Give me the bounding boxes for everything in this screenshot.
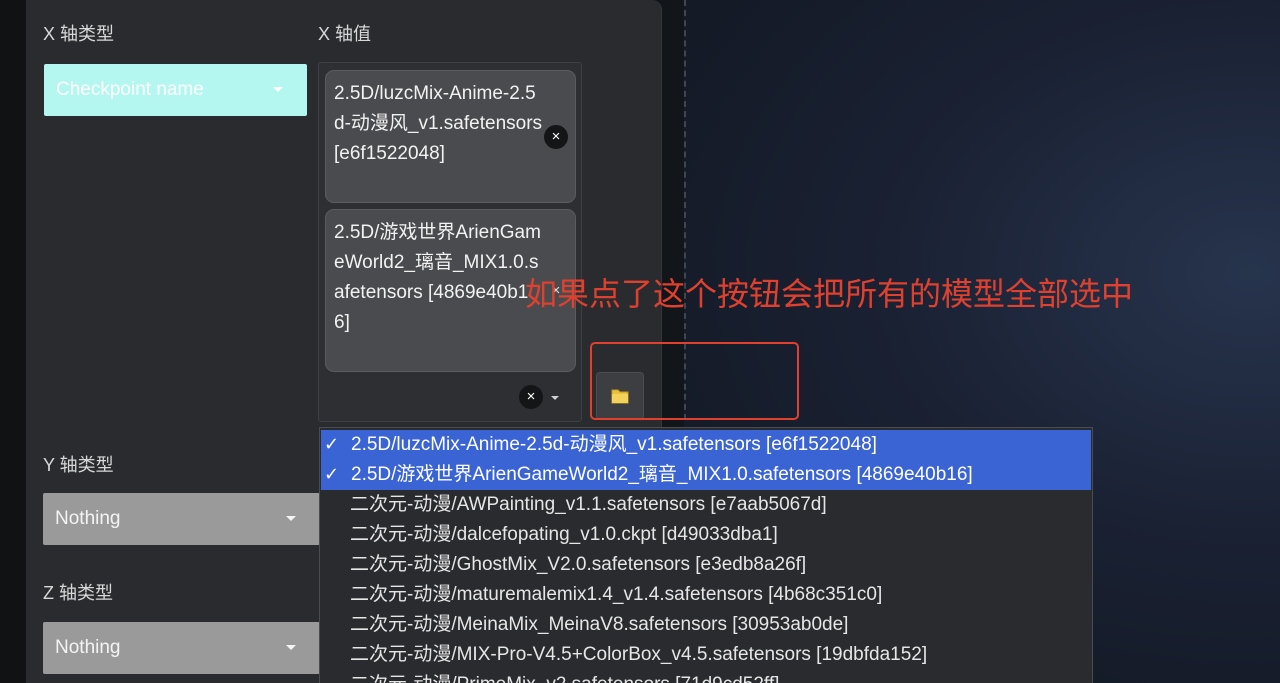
dropdown-option[interactable]: 二次元-动漫/maturemalemix1.4_v1.4.safetensors… xyxy=(320,580,1092,610)
dropdown-option[interactable]: 二次元-动漫/PrimeMix_v2.safetensors [71d9cd52… xyxy=(320,670,1092,683)
y-type-label: Y 轴类型 xyxy=(43,455,114,475)
left-edge-strip xyxy=(0,0,26,683)
check-icon: ✓ xyxy=(324,434,340,455)
z-type-label: Z 轴类型 xyxy=(43,583,113,603)
chevron-down-icon xyxy=(286,645,296,650)
annotation-highlight-box xyxy=(590,342,799,420)
option-label: 二次元-动漫/AWPainting_v1.1.safetensors [e7aa… xyxy=(350,494,827,515)
x-type-select[interactable]: Checkpoint name xyxy=(44,64,307,116)
chevron-down-icon xyxy=(273,87,283,92)
option-label: 二次元-动漫/GhostMix_V2.0.safetensors [e3edb8… xyxy=(350,554,807,575)
z-type-value: Nothing xyxy=(55,637,121,658)
dropdown-option[interactable]: 二次元-动漫/MeinaMix_MeinaV8.safetensors [309… xyxy=(320,610,1092,640)
dropdown-option[interactable]: ✓ 2.5D/游戏世界ArienGameWorld2_璃音_MIX1.0.saf… xyxy=(321,460,1091,490)
chevron-down-icon xyxy=(286,516,296,521)
z-type-select[interactable]: Nothing xyxy=(43,622,320,674)
dropdown-option[interactable]: 二次元-动漫/GhostMix_V2.0.safetensors [e3edb8… xyxy=(320,550,1092,580)
x-value-label: X 轴值 xyxy=(318,24,372,44)
option-label: 2.5D/游戏世界ArienGameWorld2_璃音_MIX1.0.safet… xyxy=(351,464,973,485)
dropdown-option[interactable]: 二次元-动漫/dalcefopating_v1.0.ckpt [d49033db… xyxy=(320,520,1092,550)
close-icon[interactable]: × xyxy=(544,125,568,149)
chip-label: 2.5D/luzcMix-Anime-2.5d-动漫风_v1.safetenso… xyxy=(334,83,543,164)
dropdown-option[interactable]: 二次元-动漫/AWPainting_v1.1.safetensors [e7aa… xyxy=(320,490,1092,520)
option-label: 二次元-动漫/MIX-Pro-V4.5+ColorBox_v4.5.safete… xyxy=(350,644,928,665)
y-type-select[interactable]: Nothing xyxy=(43,493,320,545)
dropdown-option[interactable]: 二次元-动漫/MIX-Pro-V4.5+ColorBox_v4.5.safete… xyxy=(320,640,1092,670)
option-label: 二次元-动漫/maturemalemix1.4_v1.4.safetensors… xyxy=(350,584,883,605)
x-value-dropdown-list: ✓ 2.5D/luzcMix-Anime-2.5d-动漫风_v1.safeten… xyxy=(319,427,1093,683)
selected-chip: 2.5D/luzcMix-Anime-2.5d-动漫风_v1.safetenso… xyxy=(325,70,576,203)
chevron-down-icon[interactable] xyxy=(551,396,559,400)
annotation-text: 如果点了这个按钮会把所有的模型全部选中 xyxy=(525,275,1134,313)
x-type-value: Checkpoint name xyxy=(56,79,204,100)
x-type-label: X 轴类型 xyxy=(43,24,115,44)
chip-label: 2.5D/游戏世界ArienGameWorld2_璃音_MIX1.0.safet… xyxy=(334,222,541,333)
option-label: 二次元-动漫/PrimeMix_v2.safetensors [71d9cd52… xyxy=(350,674,779,683)
dropdown-option[interactable]: ✓ 2.5D/luzcMix-Anime-2.5d-动漫风_v1.safeten… xyxy=(321,430,1091,460)
clear-all-icon[interactable]: × xyxy=(519,385,543,409)
option-label: 2.5D/luzcMix-Anime-2.5d-动漫风_v1.safetenso… xyxy=(351,434,877,455)
option-label: 二次元-动漫/dalcefopating_v1.0.ckpt [d49033db… xyxy=(350,524,778,545)
y-type-value: Nothing xyxy=(55,508,121,529)
check-icon: ✓ xyxy=(324,464,340,485)
option-label: 二次元-动漫/MeinaMix_MeinaV8.safetensors [309… xyxy=(350,614,849,635)
